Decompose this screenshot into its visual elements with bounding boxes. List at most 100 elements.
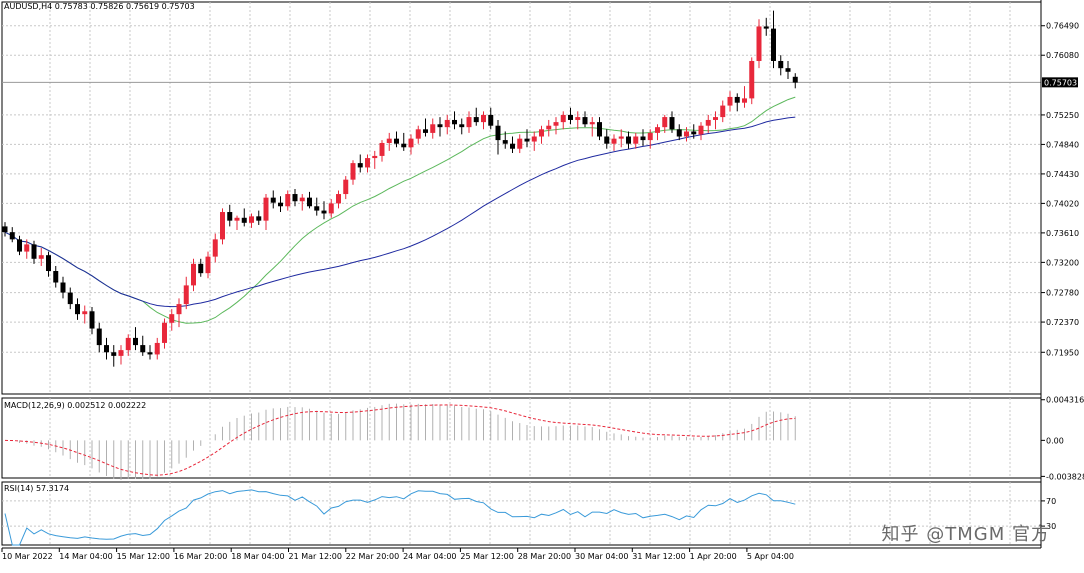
candle	[742, 86, 747, 108]
macd-tick-label: 0.00	[1046, 436, 1064, 445]
candle-body	[618, 136, 624, 139]
price-tick-label: 0.74840	[1046, 140, 1079, 149]
candle-body	[24, 244, 30, 252]
price-tick-label: 0.72370	[1046, 318, 1079, 327]
candle-body	[104, 345, 109, 353]
candle-body	[38, 255, 44, 259]
macd-layer	[4, 403, 796, 480]
price-tick-label: 0.72780	[1046, 289, 1079, 298]
candle	[212, 233, 218, 263]
candle	[713, 111, 718, 130]
candle-body	[676, 129, 682, 137]
candle-body	[698, 125, 704, 135]
candle-body	[147, 352, 153, 355]
candle-body	[75, 304, 80, 315]
candle	[749, 57, 755, 105]
candle-body	[531, 136, 537, 142]
candle	[437, 117, 443, 137]
candle	[299, 194, 305, 211]
candle-body	[553, 122, 559, 126]
candle	[75, 298, 80, 320]
candle-body	[647, 132, 653, 141]
candle-body	[46, 255, 51, 272]
candle-body	[488, 114, 494, 126]
candle	[756, 19, 762, 69]
candle-body	[285, 194, 291, 207]
candle-body	[60, 282, 66, 293]
candle-body	[169, 314, 175, 323]
candle-body	[328, 203, 334, 214]
candle	[336, 190, 341, 209]
price-tick-label: 0.74430	[1046, 170, 1079, 179]
candle	[771, 10, 776, 69]
candle	[633, 132, 639, 149]
candle-body	[778, 60, 784, 69]
candle-body	[118, 350, 124, 356]
candle	[698, 122, 704, 141]
candle	[408, 134, 414, 155]
candle-body	[249, 216, 254, 223]
time-tick-label: 14 Mar 04:00	[59, 552, 112, 561]
candle-body	[183, 285, 189, 305]
candle	[183, 276, 189, 310]
candle-body	[713, 117, 718, 120]
time-tick-label: 1 Apr 20:00	[690, 552, 737, 561]
candle-body	[684, 131, 689, 137]
candle-body	[597, 122, 602, 137]
candle	[568, 107, 573, 125]
candle-body	[495, 125, 501, 141]
candle-body	[205, 256, 211, 274]
candle	[350, 160, 356, 185]
candle-body	[220, 212, 225, 240]
time-tick-label: 22 Mar 20:00	[346, 552, 399, 561]
time-tick-label: 30 Mar 04:00	[575, 552, 628, 561]
macd-signal-line	[4, 404, 796, 476]
candle	[307, 191, 312, 209]
candle-body	[154, 342, 160, 355]
time-tick-label: 24 Mar 04:00	[403, 552, 456, 561]
time-tick-label: 10 Mar 2022	[2, 552, 53, 561]
candle-body	[234, 217, 240, 221]
candle	[154, 337, 160, 360]
candle-body	[408, 138, 414, 148]
candle	[785, 60, 791, 79]
time-tick-label: 25 Mar 12:00	[460, 552, 513, 561]
candle	[111, 345, 117, 367]
candle	[459, 118, 465, 135]
candle-body	[191, 263, 196, 286]
candle	[278, 196, 283, 213]
watermark: 知乎 @TMGM 官方	[881, 524, 1050, 545]
candle-body	[669, 117, 675, 130]
candle	[582, 111, 588, 128]
candle	[575, 111, 581, 130]
candle-body	[133, 337, 138, 346]
grid-layer	[1, 1, 1042, 546]
candle-body	[89, 311, 95, 329]
candle	[292, 189, 298, 207]
candle	[67, 287, 73, 310]
candle-body	[82, 311, 88, 315]
candle	[60, 276, 66, 299]
time-tick-label: 16 Mar 20:00	[174, 552, 227, 561]
candle	[227, 204, 233, 227]
candle	[147, 345, 153, 360]
candle	[495, 119, 501, 155]
candle-body	[386, 138, 392, 143]
candle-body	[379, 142, 385, 156]
time-tick-label: 18 Mar 04:00	[231, 552, 284, 561]
candle	[720, 100, 726, 123]
candle	[2, 222, 8, 237]
candle-body	[176, 304, 182, 315]
candle	[379, 140, 385, 162]
candle	[626, 131, 631, 149]
candle	[792, 73, 798, 89]
macd-tick-label: -0.003828	[1046, 472, 1084, 481]
time-tick-label: 31 Mar 12:00	[632, 552, 685, 561]
candle	[763, 17, 769, 36]
candle-body	[423, 129, 428, 133]
candle-body	[365, 158, 370, 168]
candle-body	[510, 143, 515, 149]
current-price-label: 0.75703	[1044, 78, 1077, 87]
candle-body	[9, 232, 15, 240]
candle	[604, 129, 610, 149]
